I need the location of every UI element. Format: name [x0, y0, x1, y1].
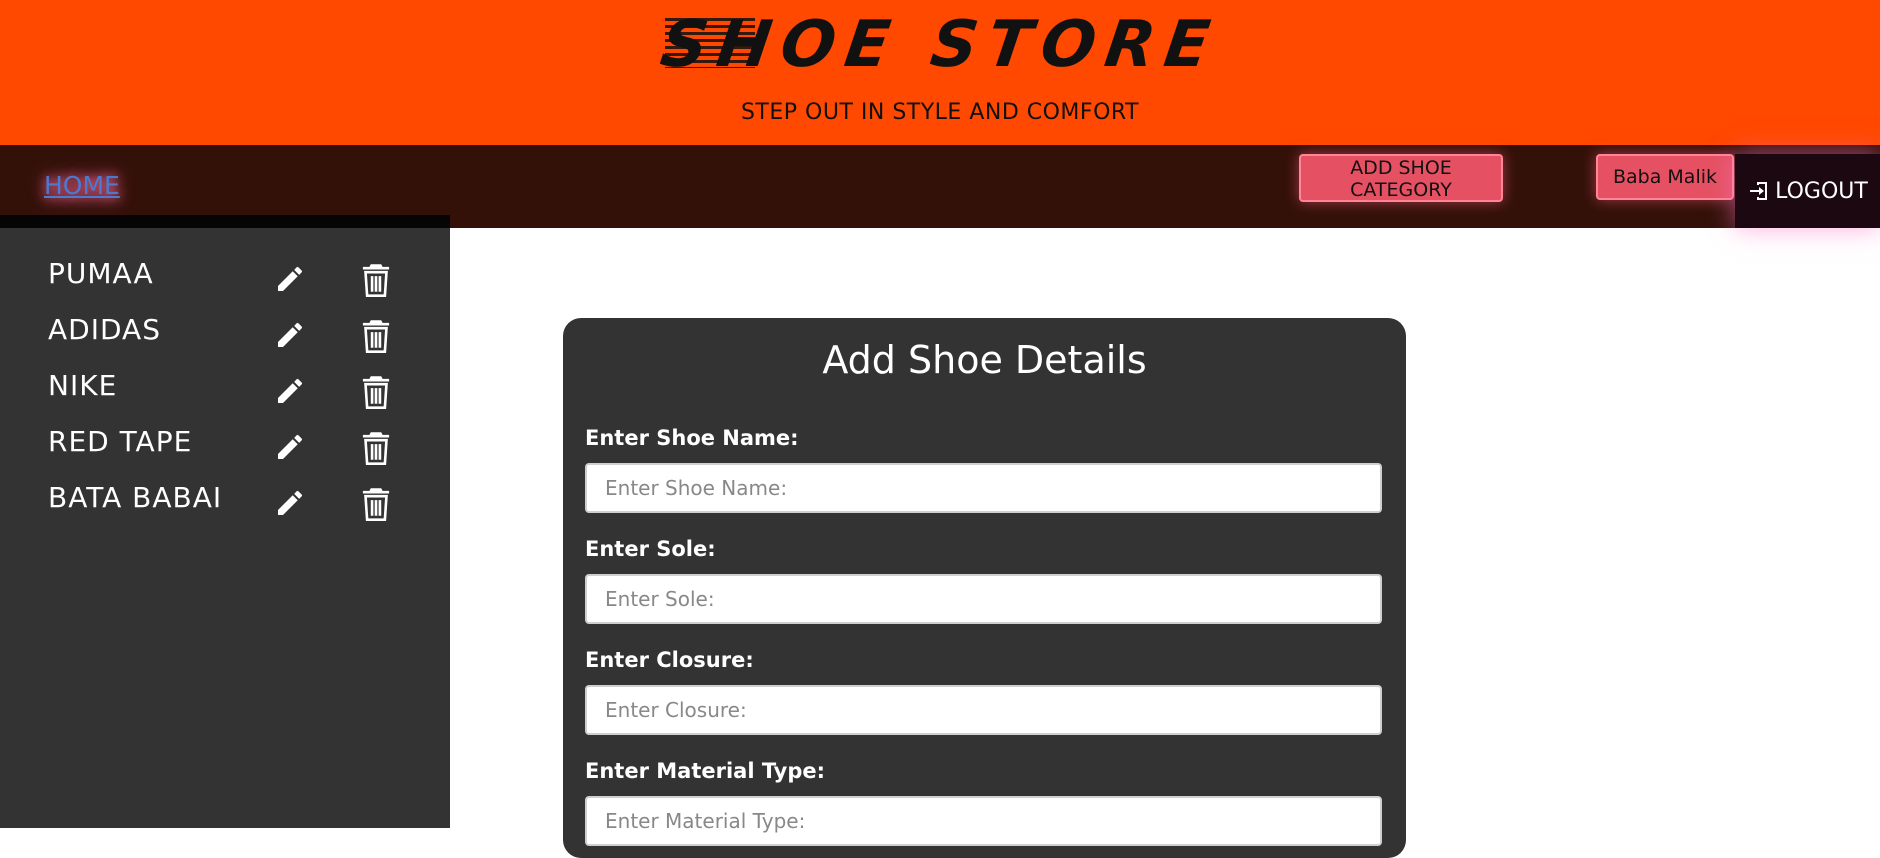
trash-icon[interactable]: [360, 431, 392, 465]
sidebar-item-adidas: ADIDAS: [0, 313, 450, 363]
category-label[interactable]: RED TAPE: [48, 425, 192, 458]
shoe-name-label: Enter Shoe Name:: [585, 426, 799, 450]
site-header: SHOE STORE STEP OUT IN STYLE AND COMFORT: [0, 0, 1880, 145]
logout-label: LOGOUT: [1775, 178, 1868, 204]
pencil-icon[interactable]: [274, 319, 306, 351]
logout-button[interactable]: LOGOUT: [1735, 154, 1880, 228]
home-link[interactable]: HOME: [44, 171, 120, 200]
category-label[interactable]: BATA BABAI: [48, 481, 222, 514]
sidebar-item-bata-babai: BATA BABAI: [0, 481, 450, 531]
tagline: STEP OUT IN STYLE AND COMFORT: [740, 100, 1140, 125]
category-label[interactable]: ADIDAS: [48, 313, 161, 346]
user-button[interactable]: Baba Malik: [1596, 154, 1734, 200]
trash-icon[interactable]: [360, 375, 392, 409]
material-type-input[interactable]: [585, 796, 1382, 846]
trash-icon[interactable]: [360, 319, 392, 353]
sidebar-item-nike: NIKE: [0, 369, 450, 419]
pencil-icon[interactable]: [274, 431, 306, 463]
pencil-icon[interactable]: [274, 375, 306, 407]
store-logo: SHOE STORE: [656, 8, 1224, 82]
sidebar-top-strip: [0, 215, 450, 228]
sole-input[interactable]: [585, 574, 1382, 624]
sidebar-item-pumaa: PUMAA: [0, 257, 450, 307]
pencil-icon[interactable]: [274, 487, 306, 519]
sidebar-item-red-tape: RED TAPE: [0, 425, 450, 475]
trash-icon[interactable]: [360, 487, 392, 521]
closure-input[interactable]: [585, 685, 1382, 735]
form-title: Add Shoe Details: [822, 338, 1147, 382]
login-icon: [1750, 182, 1768, 200]
shoe-name-input[interactable]: [585, 463, 1382, 513]
pencil-icon[interactable]: [274, 263, 306, 295]
material-type-label: Enter Material Type:: [585, 759, 826, 783]
add-shoe-category-button[interactable]: ADD SHOE CATEGORY: [1299, 154, 1503, 202]
closure-label: Enter Closure:: [585, 648, 754, 672]
sole-label: Enter Sole:: [585, 537, 716, 561]
category-label[interactable]: NIKE: [48, 369, 117, 402]
trash-icon[interactable]: [360, 263, 392, 297]
category-label[interactable]: PUMAA: [48, 257, 154, 290]
add-shoe-form: Add Shoe Details Enter Shoe Name: Enter …: [563, 318, 1406, 858]
